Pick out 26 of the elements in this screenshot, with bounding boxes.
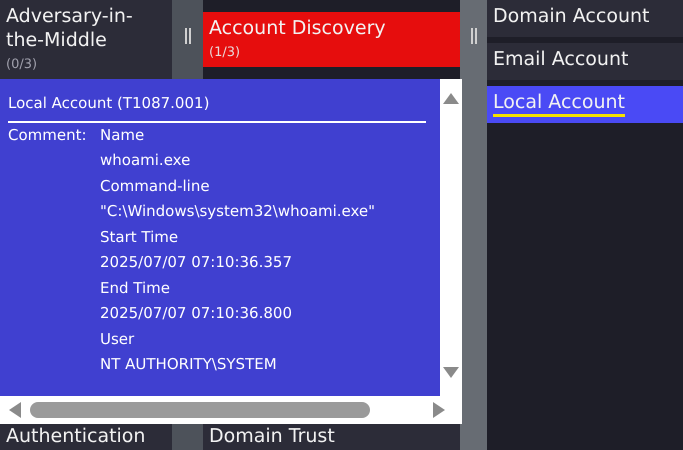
detail-text: Command-line: [100, 176, 210, 196]
detail-text: "C:\Windows\system32\whoami.exe": [100, 201, 376, 222]
scroll-up-icon[interactable]: [443, 91, 459, 105]
detail-text: 2025/07/07 07:10:36.357: [100, 252, 292, 273]
grip-icon[interactable]: [184, 28, 192, 44]
technique-cell[interactable]: Authentication: [0, 423, 172, 450]
scrollbar-thumb[interactable]: [30, 402, 370, 418]
technique-cell[interactable]: Domain Trust: [203, 423, 460, 450]
detail-text: End Time: [100, 278, 170, 298]
technique-cell[interactable]: Adversary-in- the-Middle (0/3): [0, 0, 172, 79]
detail-text: 2025/07/07 07:10:36.800: [100, 303, 292, 324]
technique-cell[interactable]: Domain Account: [487, 0, 683, 37]
detail-text: NT AUTHORITY\SYSTEM: [100, 354, 277, 375]
grip-icon[interactable]: [470, 28, 478, 44]
scroll-right-icon[interactable]: [432, 402, 446, 418]
detail-text: Start Time: [100, 226, 178, 248]
technique-cell[interactable]: Local Account: [487, 86, 683, 123]
technique-cell[interactable]: Email Account: [487, 43, 683, 80]
comment-label: Comment:: [8, 124, 88, 146]
scroll-left-icon[interactable]: [8, 402, 22, 418]
detail-text: whoami.exe: [100, 150, 190, 171]
scroll-down-icon[interactable]: [443, 366, 459, 380]
detail-text: Name: [100, 124, 144, 146]
tooltip-title: Local Account (T1087.001): [8, 91, 426, 122]
detail-text: User: [100, 328, 134, 350]
technique-cell[interactable]: Account Discovery (1/3): [203, 12, 460, 67]
